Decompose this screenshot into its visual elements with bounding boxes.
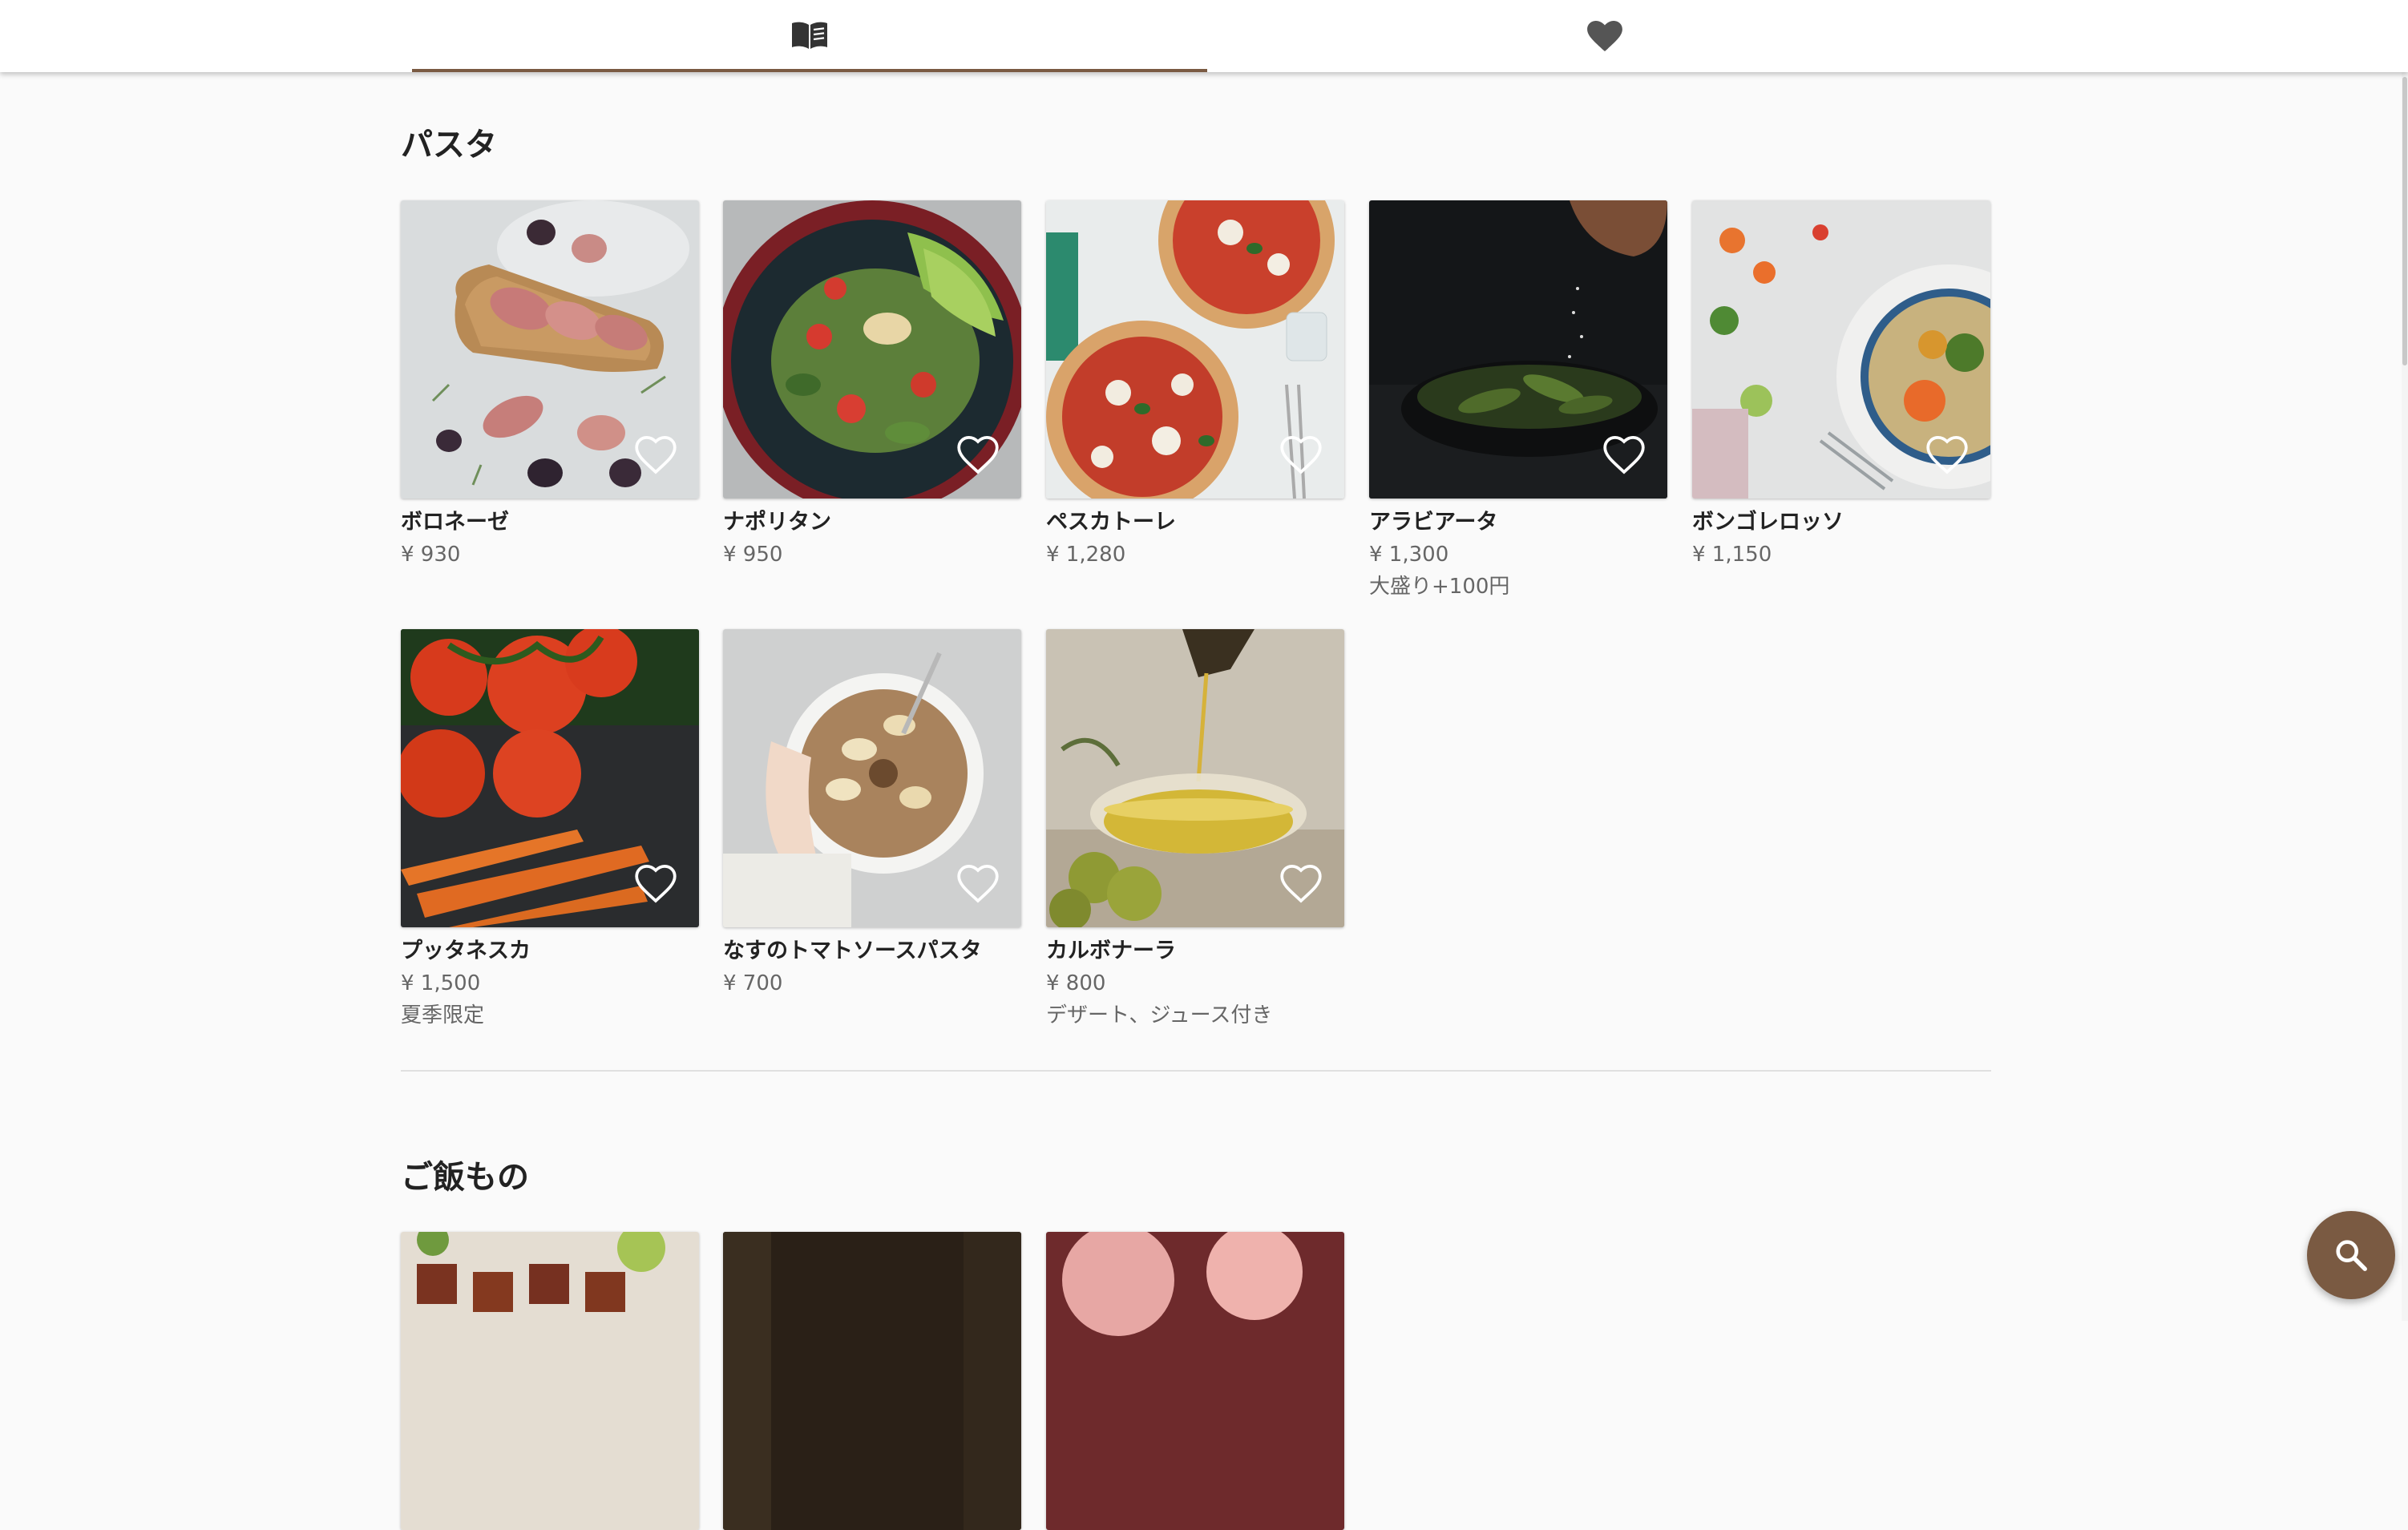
menu-book-icon	[792, 22, 827, 49]
item-name: カルボナーラ	[1046, 939, 1176, 963]
item-price: ¥ 950	[723, 543, 783, 567]
menu-card[interactable]	[401, 1232, 699, 1530]
favorite-heart-icon[interactable]	[1925, 433, 1970, 478]
tab-menu[interactable]	[412, 0, 1207, 72]
search-button[interactable]	[2307, 1211, 2395, 1299]
top-tab-bar	[0, 0, 2408, 72]
menu-card[interactable]: カルボナーラ ¥ 800 デザート、ジュース付き	[1046, 629, 1344, 1031]
tab-favorites[interactable]	[1207, 0, 2002, 72]
food-photo	[1692, 200, 1990, 499]
item-name: ボンゴレロッソ	[1692, 510, 1844, 535]
item-price: ¥ 930	[401, 543, 461, 567]
favorite-heart-icon[interactable]	[956, 862, 1000, 906]
food-photo	[1046, 200, 1344, 499]
favorite-heart-icon[interactable]	[633, 862, 678, 906]
favorite-heart-icon[interactable]	[1602, 433, 1646, 478]
food-photo	[1046, 1232, 1344, 1530]
menu-card[interactable]: ボンゴレロッソ ¥ 1,150	[1692, 200, 1990, 571]
favorite-heart-icon[interactable]	[956, 433, 1000, 478]
item-price: ¥ 1,280	[1046, 543, 1126, 567]
item-name: ペスカトーレ	[1046, 510, 1176, 535]
item-name: プッタネスカ	[401, 939, 531, 963]
menu-card[interactable]	[1046, 1232, 1344, 1530]
scrollbar-thumb[interactable]	[2402, 77, 2407, 365]
menu-card[interactable]: ボロネーゼ ¥ 930	[401, 200, 699, 571]
food-photo	[401, 629, 699, 927]
selected-tab-indicator	[412, 69, 1207, 72]
menu-card[interactable]	[723, 1232, 1021, 1530]
dark-dish-photo	[723, 1232, 1021, 1530]
favorite-heart-icon[interactable]	[633, 433, 678, 478]
food-photo	[723, 1232, 1021, 1530]
item-note: 夏季限定	[401, 1003, 485, 1027]
pink-dessert-photo	[1046, 1232, 1344, 1530]
heart-icon	[1587, 20, 1622, 52]
item-note: 大盛り+100円	[1369, 575, 1510, 599]
item-price: ¥ 700	[723, 971, 783, 995]
section-divider	[401, 1070, 1991, 1072]
grilled-meat-photo	[401, 1232, 699, 1530]
menu-card[interactable]: ナポリタン ¥ 950	[723, 200, 1021, 571]
food-photo	[401, 1232, 699, 1530]
item-note: デザート、ジュース付き	[1046, 1003, 1273, 1027]
search-icon	[2336, 1240, 2367, 1271]
favorite-heart-icon[interactable]	[1279, 862, 1323, 906]
item-price: ¥ 1,300	[1369, 543, 1449, 567]
item-price: ¥ 1,500	[401, 971, 481, 995]
menu-card[interactable]: なすのトマトソースパスタ ¥ 700	[723, 629, 1021, 999]
item-name: ボロネーゼ	[401, 510, 509, 535]
menu-card[interactable]: ペスカトーレ ¥ 1,280	[1046, 200, 1344, 571]
favorite-heart-icon[interactable]	[1279, 433, 1323, 478]
item-name: アラビアータ	[1369, 510, 1498, 535]
food-photo	[723, 629, 1021, 927]
item-name: なすのトマトソースパスタ	[723, 939, 982, 963]
food-photo	[1046, 629, 1344, 927]
section-title-rice: ご飯もの	[401, 1159, 529, 1196]
food-photo	[1369, 200, 1667, 499]
food-photo	[401, 200, 699, 499]
item-name: ナポリタン	[723, 510, 831, 535]
menu-card[interactable]: プッタネスカ ¥ 1,500 夏季限定	[401, 629, 699, 1031]
item-price: ¥ 1,150	[1692, 543, 1772, 567]
menu-card[interactable]: アラビアータ ¥ 1,300 大盛り+100円	[1369, 200, 1667, 603]
item-price: ¥ 800	[1046, 971, 1106, 995]
section-title-pasta: パスタ	[401, 127, 497, 163]
food-photo	[723, 200, 1021, 499]
